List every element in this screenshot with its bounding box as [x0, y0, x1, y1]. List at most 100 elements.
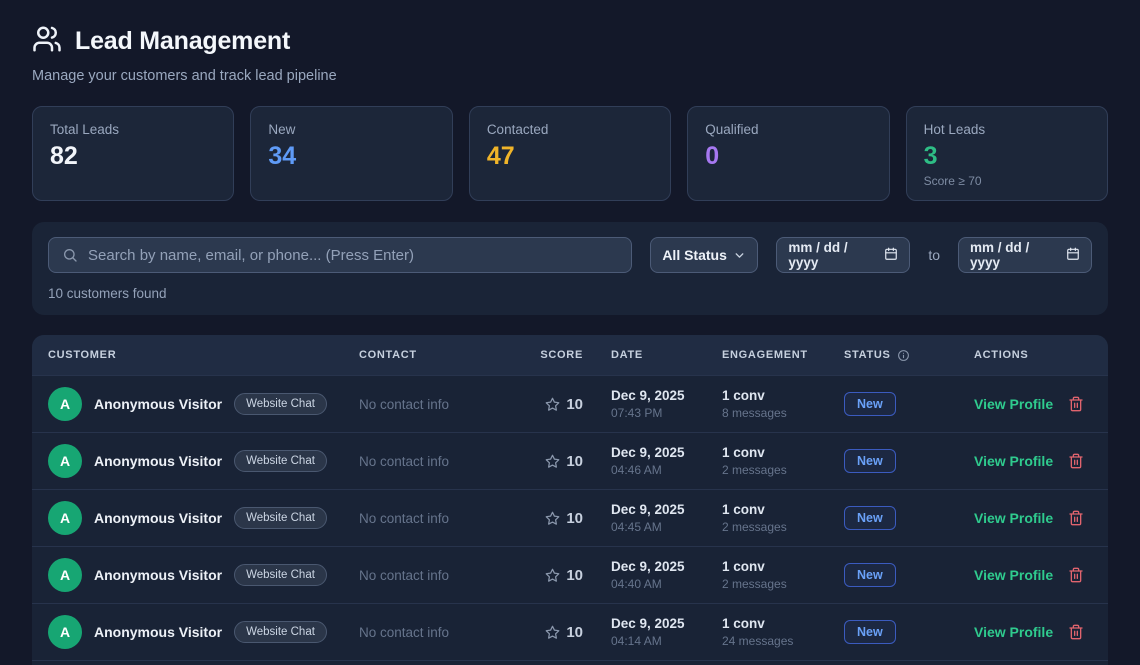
- score-value: 10: [566, 396, 583, 413]
- actions-cell: View Profile: [974, 624, 1092, 640]
- stat-label: Hot Leads: [924, 122, 1090, 137]
- messages-value: 8 messages: [722, 406, 844, 420]
- score-cell: 10: [534, 396, 583, 413]
- engagement-cell: 1 conv 2 messages: [722, 502, 844, 534]
- status-badge: New: [844, 392, 896, 416]
- stat-value: 82: [50, 142, 216, 171]
- calendar-icon: [884, 247, 898, 264]
- time-value: 04:45 AM: [611, 520, 722, 534]
- messages-value: 2 messages: [722, 463, 844, 477]
- column-header-contact: CONTACT: [359, 349, 534, 361]
- chevron-down-icon: [733, 249, 746, 262]
- star-icon: [545, 511, 560, 526]
- trash-icon[interactable]: [1068, 396, 1084, 412]
- score-value: 10: [566, 453, 583, 470]
- search-box[interactable]: [48, 237, 632, 273]
- date-to-value: mm / dd / yyyy: [970, 240, 1059, 270]
- messages-value: 24 messages: [722, 634, 844, 648]
- search-icon: [62, 247, 78, 263]
- page-subtitle: Manage your customers and track lead pip…: [32, 68, 1108, 84]
- score-cell: 10: [534, 624, 583, 641]
- conversations-value: 1 conv: [722, 388, 844, 403]
- contact-info: No contact info: [359, 454, 534, 469]
- date-value: Dec 9, 2025: [611, 559, 722, 574]
- date-cell: Dec 9, 2025 04:40 AM: [583, 559, 722, 591]
- status-filter-select[interactable]: All Status: [650, 237, 758, 273]
- stat-value: 47: [487, 142, 653, 171]
- stat-label: Total Leads: [50, 122, 216, 137]
- customer-name: Anonymous Visitor: [94, 567, 222, 583]
- status-badge: New: [844, 449, 896, 473]
- table-row: A Anonymous Visitor Website Chat No cont…: [32, 375, 1108, 432]
- score-cell: 10: [534, 567, 583, 584]
- stat-label: Contacted: [487, 122, 653, 137]
- star-icon: [545, 397, 560, 412]
- messages-value: 2 messages: [722, 520, 844, 534]
- calendar-icon: [1066, 247, 1080, 264]
- view-profile-link[interactable]: View Profile: [974, 510, 1053, 526]
- stat-card-qualified: Qualified 0: [687, 106, 889, 201]
- engagement-cell: 1 conv 2 messages: [722, 445, 844, 477]
- column-header-date: DATE: [583, 349, 722, 361]
- stat-value: 3: [924, 142, 1090, 171]
- info-icon[interactable]: [897, 349, 910, 362]
- star-icon: [545, 568, 560, 583]
- stat-card-total-leads: Total Leads 82: [32, 106, 234, 201]
- messages-value: 2 messages: [722, 577, 844, 591]
- avatar: A: [48, 387, 82, 421]
- status-filter-value: All Status: [662, 247, 727, 263]
- engagement-cell: 1 conv 24 messages: [722, 616, 844, 648]
- engagement-cell: 1 conv 2 messages: [722, 559, 844, 591]
- search-input[interactable]: [88, 247, 618, 264]
- conversations-value: 1 conv: [722, 616, 844, 631]
- source-badge: Website Chat: [234, 621, 327, 643]
- stat-value: 34: [268, 142, 434, 171]
- column-header-score: SCORE: [534, 349, 583, 361]
- view-profile-link[interactable]: View Profile: [974, 567, 1053, 583]
- view-profile-link[interactable]: View Profile: [974, 396, 1053, 412]
- date-from-input[interactable]: mm / dd / yyyy: [776, 237, 910, 273]
- stat-card-new: New 34: [250, 106, 452, 201]
- column-header-status: STATUS: [844, 349, 974, 362]
- table-row: A Anonymous Visitor Website Chat No cont…: [32, 489, 1108, 546]
- actions-cell: View Profile: [974, 453, 1092, 469]
- engagement-cell: 1 conv 8 messages: [722, 388, 844, 420]
- view-profile-link[interactable]: View Profile: [974, 624, 1053, 640]
- score-value: 10: [566, 567, 583, 584]
- status-cell: New: [844, 506, 974, 530]
- table-row: A Anonymous Visitor Website Chat No cont…: [32, 432, 1108, 489]
- date-to-input[interactable]: mm / dd / yyyy: [958, 237, 1092, 273]
- status-badge: New: [844, 563, 896, 587]
- source-badge: Website Chat: [234, 507, 327, 529]
- table-row: A Anonymous Visitor Website Chat No cont…: [32, 546, 1108, 603]
- avatar: A: [48, 444, 82, 478]
- star-icon: [545, 625, 560, 640]
- view-profile-link[interactable]: View Profile: [974, 453, 1053, 469]
- trash-icon[interactable]: [1068, 510, 1084, 526]
- avatar: A: [48, 615, 82, 649]
- time-value: 07:43 PM: [611, 406, 722, 420]
- table-row: A Anonymous Visitor Website Chat No cont…: [32, 603, 1108, 660]
- stats-row: Total Leads 82 New 34 Contacted 47 Quali…: [32, 106, 1108, 201]
- actions-cell: View Profile: [974, 567, 1092, 583]
- contact-info: No contact info: [359, 568, 534, 583]
- date-value: Dec 9, 2025: [611, 445, 722, 460]
- page-header: Lead Management: [32, 24, 1108, 59]
- status-badge: New: [844, 506, 896, 530]
- stat-note: Score ≥ 70: [924, 174, 1090, 188]
- customer-name: Anonymous Visitor: [94, 396, 222, 412]
- conversations-value: 1 conv: [722, 502, 844, 517]
- trash-icon[interactable]: [1068, 624, 1084, 640]
- status-cell: New: [844, 620, 974, 644]
- leads-table: CUSTOMER CONTACT SCORE DATE ENGAGEMENT S…: [32, 335, 1108, 665]
- star-icon: [545, 454, 560, 469]
- date-cell: Dec 9, 2025 04:46 AM: [583, 445, 722, 477]
- status-cell: New: [844, 449, 974, 473]
- trash-icon[interactable]: [1068, 453, 1084, 469]
- stat-card-contacted: Contacted 47: [469, 106, 671, 201]
- trash-icon[interactable]: [1068, 567, 1084, 583]
- date-value: Dec 9, 2025: [611, 616, 722, 631]
- lead-management-page: Lead Management Manage your customers an…: [0, 0, 1140, 665]
- score-cell: 10: [534, 453, 583, 470]
- stat-label: New: [268, 122, 434, 137]
